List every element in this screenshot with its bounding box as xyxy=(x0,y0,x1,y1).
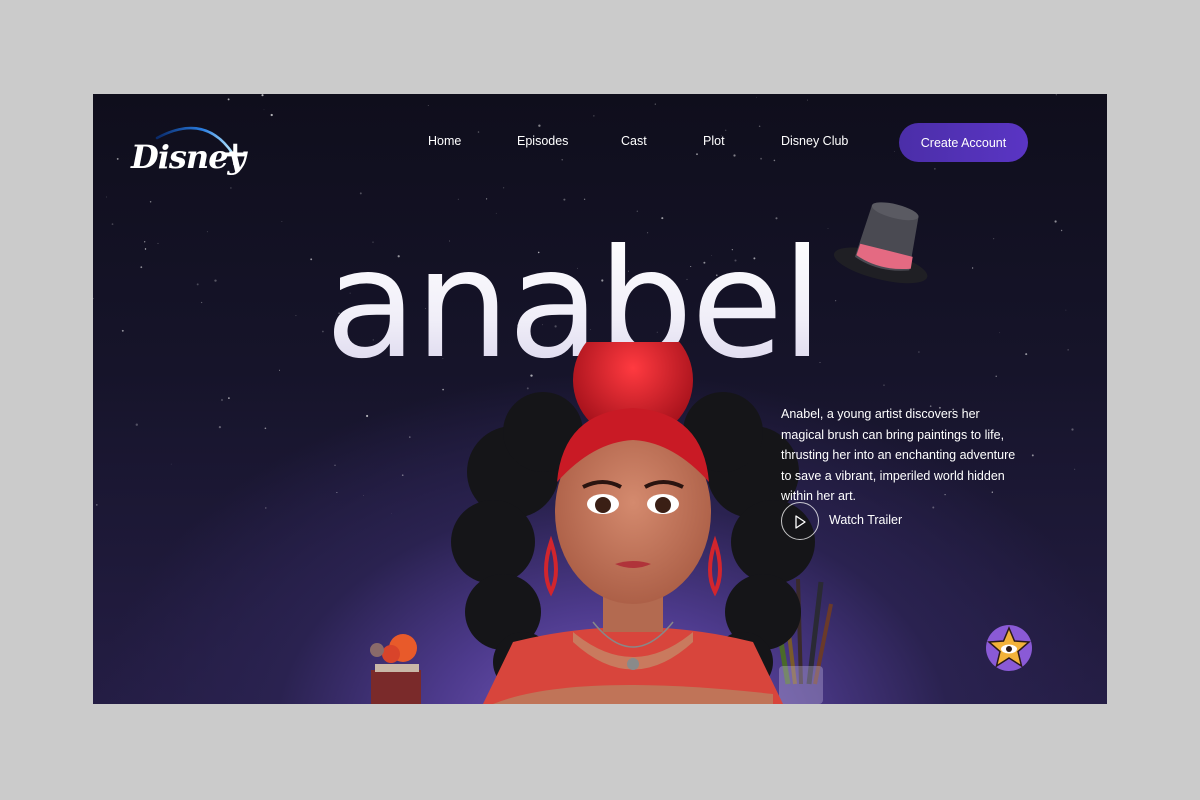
star-dot xyxy=(149,201,152,203)
star-dot xyxy=(281,221,283,223)
star-dot xyxy=(993,238,995,240)
star-dot xyxy=(206,231,208,233)
star-dot xyxy=(334,464,336,467)
star-dot xyxy=(366,414,369,418)
star-dot xyxy=(111,223,114,225)
star-dot xyxy=(583,198,586,200)
star-dot xyxy=(477,131,480,133)
top-hat-icon xyxy=(833,202,928,284)
star-dot xyxy=(359,192,362,195)
star-dot xyxy=(270,113,273,117)
star-dot xyxy=(495,212,497,214)
star-dot xyxy=(427,105,429,106)
star-dot xyxy=(295,315,297,317)
star-dot xyxy=(760,157,763,160)
star-dot xyxy=(733,154,736,157)
star-dot xyxy=(95,504,98,506)
star-dot xyxy=(1031,454,1034,457)
star-dot xyxy=(971,267,974,269)
star-dot xyxy=(1074,468,1076,470)
star-dot xyxy=(363,495,364,497)
nav-cast[interactable]: Cast xyxy=(621,134,647,148)
star-dot xyxy=(758,125,761,127)
star-dot xyxy=(1055,94,1057,96)
star-dot xyxy=(278,369,281,371)
star-dot xyxy=(1067,349,1069,351)
star-dot xyxy=(116,157,119,160)
nav-plot[interactable]: Plot xyxy=(703,134,725,148)
star-dot xyxy=(263,109,265,111)
star-dot xyxy=(538,124,541,127)
star-dot xyxy=(1025,353,1028,356)
star-dot xyxy=(228,397,230,399)
star-dot xyxy=(218,425,222,429)
star-dot xyxy=(883,384,885,386)
star-dot xyxy=(486,198,488,200)
star-dot xyxy=(391,513,392,514)
star-dot xyxy=(999,332,1001,334)
star-dot xyxy=(336,491,338,494)
star-dot xyxy=(773,159,776,162)
star-dot xyxy=(322,330,324,333)
star-eye-badge-icon[interactable] xyxy=(985,624,1033,672)
nav-disney-club[interactable]: Disney Club xyxy=(781,134,848,148)
star-dot xyxy=(261,94,264,97)
create-account-button[interactable]: Create Account xyxy=(899,123,1028,162)
star-dot xyxy=(140,266,143,269)
nav-home[interactable]: Home xyxy=(428,134,461,148)
star-dot xyxy=(995,375,997,377)
star-dot xyxy=(918,351,920,353)
hero-frame: Disney + Home Episodes Cast Plot Disney … xyxy=(93,94,1107,704)
star-dot xyxy=(227,98,230,101)
star-dot xyxy=(1054,220,1057,223)
star-dot xyxy=(827,228,829,229)
star-dot xyxy=(409,436,411,438)
star-dot xyxy=(157,242,159,244)
star-dot xyxy=(1060,229,1063,232)
star-dot xyxy=(106,196,108,198)
star-dot xyxy=(654,103,656,105)
star-dot xyxy=(806,99,808,101)
star-dot xyxy=(593,115,595,117)
star-dot xyxy=(170,463,172,465)
star-dot xyxy=(264,427,267,430)
star-dot xyxy=(214,279,217,282)
star-dot xyxy=(401,474,404,477)
star-dot xyxy=(756,96,757,98)
star-dot xyxy=(1065,309,1067,311)
star-dot xyxy=(502,187,505,189)
anabel-character-illustration xyxy=(451,342,815,704)
star-dot xyxy=(725,129,727,131)
star-dot xyxy=(196,283,199,286)
star-dot xyxy=(200,301,203,304)
star-dot xyxy=(561,159,563,161)
star-dot xyxy=(636,210,638,212)
star-dot xyxy=(265,507,267,509)
star-dot xyxy=(121,329,124,332)
star-dot xyxy=(93,297,94,300)
star-dot xyxy=(230,187,232,189)
watch-trailer-label: Watch Trailer xyxy=(829,513,903,527)
star-dot xyxy=(563,198,566,201)
nav-episodes[interactable]: Episodes xyxy=(517,134,568,148)
star-dot xyxy=(135,423,138,426)
hero-description: Anabel, a young artist discovers her mag… xyxy=(781,407,1016,503)
star-dot xyxy=(457,198,459,200)
play-icon xyxy=(795,515,806,529)
play-button[interactable] xyxy=(781,502,819,540)
star-dot xyxy=(144,248,147,250)
star-dot xyxy=(310,258,313,261)
star-dot xyxy=(1071,428,1074,431)
star-dot xyxy=(220,398,224,402)
star-dot xyxy=(144,241,146,243)
star-dot xyxy=(934,168,936,170)
star-dot xyxy=(932,506,935,509)
